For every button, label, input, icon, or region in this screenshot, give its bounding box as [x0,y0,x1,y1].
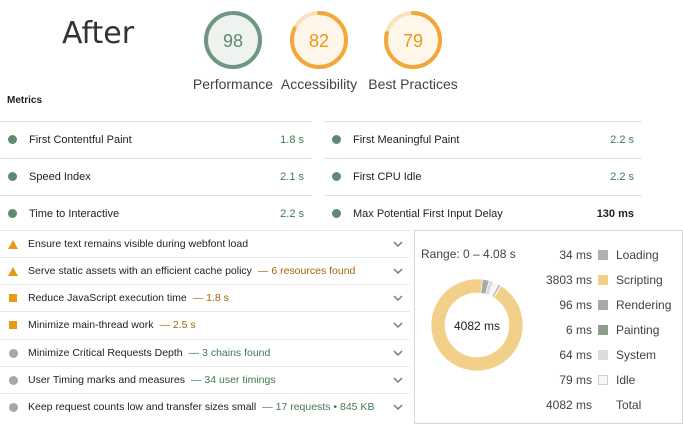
best-practices-score: 79 [403,31,423,51]
audit-detail: — 17 requests • 845 KB [262,401,375,413]
metric-value: 2.2 s [610,170,634,183]
chevron-down-icon[interactable] [392,401,404,413]
metric-first-meaningful-paint: First Meaningful Paint 2.2 s [324,121,642,157]
status-dot-icon [8,172,17,181]
range-label: Range: 0 – 4.08 s [421,247,516,261]
legend-category: Rendering [616,298,672,312]
audit-detail: — 3 chains found [188,347,271,359]
legend-category: Loading [616,248,659,262]
audit-webfont-visibility[interactable]: Ensure text remains visible during webfo… [0,230,410,257]
status-dot-icon [332,135,341,144]
legend-row-scripting: 3803 ms Scripting [540,271,680,289]
status-dot-icon [332,209,341,218]
metric-name: Time to Interactive [29,207,120,220]
audit-title: Minimize Critical Requests Depth [28,347,183,359]
performance-gauge-ring: 98 [204,11,262,69]
orange-square-icon [7,294,19,302]
legend-total-label: Total [616,398,642,412]
audit-detail: — 6 resources found [257,265,356,277]
audit-title: Minimize main-thread work [28,319,154,331]
metric-first-contentful-paint: First Contentful Paint 1.8 s [0,121,312,157]
chevron-down-icon[interactable] [392,238,404,250]
audit-detail: — 1.8 s [192,292,229,304]
audit-main-thread-work[interactable]: Minimize main-thread work — 2.5 s [0,311,410,338]
chevron-down-icon[interactable] [392,265,404,277]
legend-row-total: 4082 ms Total [540,396,680,414]
legend-category: Idle [616,373,636,387]
legend-swatch [598,325,608,335]
legend-ms: 96 ms [559,298,592,312]
audit-title: User Timing marks and measures [28,374,185,386]
audit-cache-policy[interactable]: Serve static assets with an efficient ca… [0,257,410,284]
metric-max-potential-fid: Max Potential First Input Delay 130 ms [324,195,642,231]
donut-center-label: 4082 ms [454,319,500,333]
warning-triangle-icon [7,266,19,276]
legend-ms: 3803 ms [545,273,592,287]
legend-row-painting: 6 ms Painting [540,321,680,339]
status-dot-icon [8,209,17,218]
audit-detail: — 34 user timings [190,374,276,386]
audit-title: Reduce JavaScript execution time [28,292,187,304]
metric-name: Speed Index [29,170,91,183]
audit-js-execution-time[interactable]: Reduce JavaScript execution time — 1.8 s [0,284,410,311]
chevron-down-icon[interactable] [392,347,404,359]
grey-circle-icon [7,375,19,385]
legend-category: Scripting [616,273,663,287]
metric-value: 130 ms [596,207,634,220]
metric-name: First Contentful Paint [29,133,132,146]
audit-detail: — 2.5 s [159,319,196,331]
legend-swatch [598,300,608,310]
legend-category: Painting [616,323,660,337]
legend-swatch [598,375,608,385]
status-dot-icon [8,135,17,144]
status-dot-icon [332,172,341,181]
legend-row-idle: 79 ms Idle [540,371,680,389]
best-practices-gauge-ring: 79 [384,11,442,69]
audit-user-timing[interactable]: User Timing marks and measures — 34 user… [0,366,410,393]
chevron-down-icon[interactable] [392,319,404,331]
grey-circle-icon [7,402,19,412]
performance-score: 98 [223,31,243,51]
metric-value: 2.1 s [280,170,304,183]
accessibility-gauge-ring: 82 [290,11,348,69]
legend-swatch [598,350,608,360]
warning-triangle-icon [7,239,19,249]
main-thread-breakdown-panel: Range: 0 – 4.08 s 4082 ms 34 ms Loading … [414,230,683,424]
metric-speed-index: Speed Index 2.1 s [0,158,312,194]
metric-time-to-interactive: Time to Interactive 2.2 s [0,195,312,231]
metric-value: 2.2 s [610,133,634,146]
metrics-title: Metrics [7,95,43,106]
orange-square-icon [7,321,19,329]
audit-critical-request-depth[interactable]: Minimize Critical Requests Depth — 3 cha… [0,339,410,366]
legend-total-ms: 4082 ms [545,398,592,412]
chevron-down-icon[interactable] [392,374,404,386]
page-heading: After [62,16,135,51]
legend-row-loading: 34 ms Loading [540,246,680,264]
audit-request-counts[interactable]: Keep request counts low and transfer siz… [0,393,410,420]
accessibility-score: 82 [309,31,329,51]
grey-circle-icon [7,348,19,358]
legend-ms: 34 ms [559,248,592,262]
legend-row-rendering: 96 ms Rendering [540,296,680,314]
metric-name: First Meaningful Paint [353,133,460,146]
legend-swatch [598,250,608,260]
metric-name: Max Potential First Input Delay [353,207,503,220]
legend-row-system: 64 ms System [540,346,680,364]
best-practices-label: Best Practices [368,76,458,92]
legend-ms: 64 ms [559,348,592,362]
legend-swatch [598,275,608,285]
metric-name: First CPU Idle [353,170,422,183]
breakdown-donut-chart: 4082 ms [430,278,524,372]
legend-category: System [616,348,657,362]
legend-ms: 79 ms [559,373,592,387]
audit-title: Keep request counts low and transfer siz… [28,401,257,413]
chevron-down-icon[interactable] [392,292,404,304]
audit-title: Serve static assets with an efficient ca… [28,265,252,277]
legend-ms: 6 ms [565,323,592,337]
gauge-best-practices[interactable]: 79 Best Practices [358,8,468,92]
metric-first-cpu-idle: First CPU Idle 2.2 s [324,158,642,194]
metric-value: 2.2 s [280,207,304,220]
audit-title: Ensure text remains visible during webfo… [28,238,249,250]
metric-value: 1.8 s [280,133,304,146]
